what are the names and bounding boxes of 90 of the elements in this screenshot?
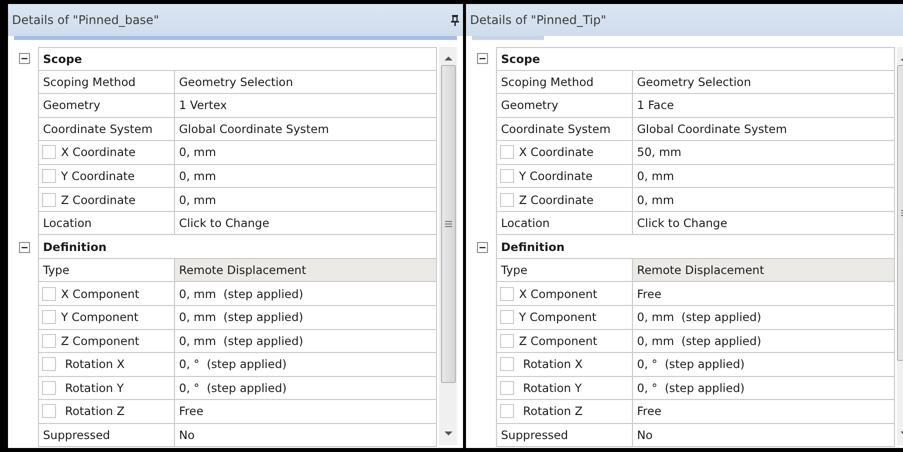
property-value[interactable]: 1 Vertex (175, 94, 437, 118)
checkbox[interactable] (500, 192, 514, 207)
property-value[interactable]: 0, mm (step applied) (175, 306, 437, 330)
property-value[interactable]: Free (175, 400, 437, 424)
property-value[interactable]: 0, mm (175, 188, 437, 212)
property-name: Y Coordinate (519, 169, 593, 183)
property-value[interactable]: No (175, 424, 437, 448)
property-value[interactable]: Free (633, 400, 895, 424)
checkbox[interactable] (42, 286, 56, 301)
panel-title: Details of "Pinned_Tip" (470, 13, 606, 27)
property-name: X Component (61, 286, 140, 301)
collapse-icon[interactable] (18, 53, 30, 64)
property-name: Rotation X (523, 357, 583, 372)
panel-title: Details of "Pinned_base" (12, 13, 159, 27)
checkbox[interactable] (42, 192, 56, 207)
property-name: Location (38, 212, 175, 236)
collapse-icon[interactable] (476, 53, 488, 64)
checkbox[interactable] (42, 334, 56, 348)
property-value[interactable]: Click to Change (633, 212, 895, 236)
checkbox[interactable] (42, 145, 56, 160)
property-name: Z Coordinate (61, 192, 136, 207)
property-value[interactable]: 0, mm (step applied) (633, 306, 895, 330)
property-value[interactable]: 0, mm (step applied) (175, 282, 437, 306)
collapse-icon[interactable] (476, 242, 488, 253)
property-value[interactable]: 1 Face (633, 94, 895, 118)
property-name: Geometry (38, 94, 175, 118)
property-value[interactable]: 0, ° (step applied) (633, 376, 895, 400)
property-value[interactable]: 0, mm (step applied) (633, 330, 895, 354)
checkbox[interactable] (42, 310, 56, 324)
property-value[interactable]: Remote Displacement (633, 258, 895, 282)
checkbox[interactable] (42, 404, 56, 418)
property-value[interactable]: 0, mm (633, 164, 895, 188)
property-value[interactable]: Remote Displacement (175, 258, 437, 282)
property-name: Z Component (61, 334, 140, 348)
property-value[interactable]: 0, mm (step applied) (175, 330, 437, 354)
property-name: Rotation X (65, 357, 125, 372)
property-value[interactable]: 0, mm (633, 188, 895, 212)
property-value[interactable]: 0, mm (175, 141, 437, 165)
property-name: Rotation Z (65, 404, 125, 418)
property-name: Y Coordinate (61, 169, 135, 183)
property-name: Rotation Y (65, 380, 124, 395)
checkbox[interactable] (500, 334, 514, 348)
scroll-down-icon[interactable] (444, 431, 452, 437)
property-value[interactable]: No (633, 424, 895, 448)
pin-icon[interactable] (451, 14, 459, 26)
property-name: Coordinate System (496, 118, 633, 142)
property-value[interactable]: Geometry Selection (633, 70, 895, 94)
checkbox[interactable] (500, 380, 514, 395)
property-name: X Coordinate (61, 145, 136, 160)
checkbox[interactable] (42, 380, 56, 395)
property-value[interactable]: 0, mm (175, 164, 437, 188)
property-name: Z Component (519, 334, 598, 348)
checkbox[interactable] (500, 169, 514, 183)
checkbox[interactable] (42, 169, 56, 183)
checkbox[interactable] (500, 357, 514, 372)
property-name: Rotation Z (523, 404, 583, 418)
property-name: Suppressed (496, 424, 633, 448)
property-value[interactable]: Free (633, 282, 895, 306)
property-value[interactable]: 0, ° (step applied) (175, 353, 437, 377)
property-name: Rotation Y (523, 380, 582, 395)
property-value[interactable]: Global Coordinate System (175, 118, 437, 142)
property-name: Geometry (496, 94, 633, 118)
grip-icon (444, 221, 452, 227)
scroll-up-icon[interactable] (444, 55, 452, 61)
property-name: Location (496, 212, 633, 236)
property-value[interactable]: 50, mm (633, 141, 895, 165)
property-name: X Coordinate (519, 145, 594, 160)
checkbox[interactable] (500, 145, 514, 160)
section-header[interactable]: Scope (496, 47, 895, 71)
checkbox[interactable] (500, 310, 514, 324)
section-header[interactable]: Scope (38, 47, 437, 71)
property-value[interactable]: 0, ° (step applied) (633, 353, 895, 377)
property-value[interactable]: 0, ° (step applied) (175, 376, 437, 400)
checkbox[interactable] (42, 357, 56, 372)
collapse-icon[interactable] (18, 242, 30, 253)
property-name: Coordinate System (38, 118, 175, 142)
scroll-thumb[interactable] (440, 65, 456, 383)
property-name: Scoping Method (38, 70, 175, 94)
checkbox[interactable] (500, 286, 514, 301)
property-value[interactable]: Geometry Selection (175, 70, 437, 94)
property-name: Y Component (519, 310, 596, 324)
property-value[interactable]: Global Coordinate System (633, 118, 895, 142)
scrollbar[interactable] (439, 47, 457, 445)
property-value[interactable]: Click to Change (175, 212, 437, 236)
checkbox[interactable] (500, 404, 514, 418)
property-name: Y Component (61, 310, 138, 324)
property-name: Suppressed (38, 424, 175, 448)
property-name: X Component (519, 286, 598, 301)
property-name: Scoping Method (496, 70, 633, 94)
property-name: Z Coordinate (519, 192, 594, 207)
